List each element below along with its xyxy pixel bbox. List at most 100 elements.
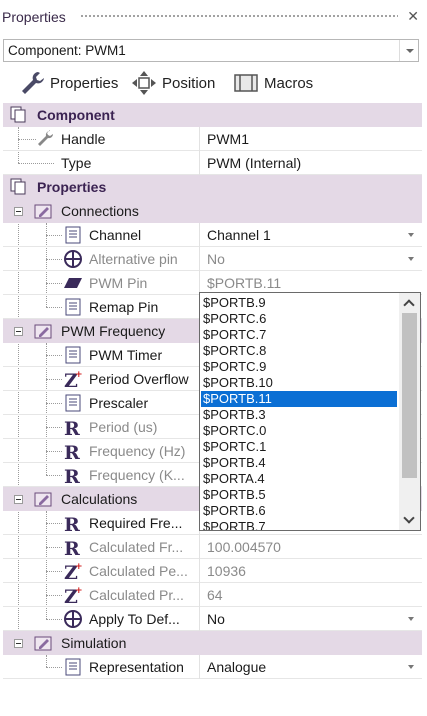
property-name: Frequency (Hz): [89, 443, 186, 459]
tree-line: [46, 547, 62, 548]
property-value-cell[interactable]: No: [199, 607, 422, 631]
category-component[interactable]: Component: [3, 103, 422, 127]
tree-line: [46, 475, 62, 476]
property-value-cell[interactable]: PWM1: [199, 127, 422, 151]
component-select-value: Component: PWM1: [8, 43, 126, 58]
property-row-alternative-pin[interactable]: Alternative pin No: [3, 247, 422, 271]
dropdown-option[interactable]: $PORTB.9: [201, 295, 397, 311]
scrollbar-thumb[interactable]: [402, 313, 417, 478]
collapse-icon[interactable]: [14, 207, 23, 216]
folder-edit-icon: [34, 324, 52, 339]
wrench-icon: [22, 72, 44, 94]
dropdown-option[interactable]: $PORTB.5: [201, 487, 397, 503]
collapse-icon[interactable]: [14, 639, 23, 648]
chevron-down-icon[interactable]: [403, 225, 420, 244]
toolbar: Properties Position Macros: [0, 66, 427, 102]
macros-tab-button[interactable]: Macros: [232, 66, 313, 100]
tree-line: [46, 259, 62, 260]
property-name-cell: R Required Fre...: [3, 511, 199, 535]
tree-line: [46, 619, 62, 620]
dropdown-option[interactable]: $PORTC.7: [201, 327, 397, 343]
properties-category-icon: [10, 178, 26, 195]
remap-pin-dropdown-list[interactable]: $PORTB.7 $PORTB.6 $PORTB.5 $PORTA.4 $PORTB.4…: [199, 292, 421, 531]
folder-edit-icon: [34, 204, 52, 219]
drag-grip[interactable]: [80, 14, 398, 18]
dropdown-option[interactable]: $PORTC.8: [201, 343, 397, 359]
dropdown-option[interactable]: $PORTA.4: [201, 471, 397, 487]
group-connections[interactable]: Connections: [3, 199, 422, 223]
property-row-calculated-prescaler[interactable]: Z + Calculated Pr... 64: [3, 583, 422, 607]
integer-z-icon: Z+: [64, 586, 83, 605]
property-name-cell: PWM Pin: [3, 271, 199, 295]
property-name: Remap Pin: [89, 299, 159, 315]
chevron-down-icon[interactable]: [403, 657, 420, 676]
component-category-icon: [10, 106, 26, 123]
property-value: $PORTB.11: [207, 275, 282, 291]
chevron-down-icon[interactable]: [399, 40, 418, 61]
property-name: Alternative pin: [89, 251, 178, 267]
property-row-calculated-frequency[interactable]: R Calculated Fr... 100.004570: [3, 535, 422, 559]
list-document-icon: [65, 226, 81, 244]
dropdown-option[interactable]: $PORTB.10: [201, 375, 397, 391]
dropdown-option[interactable]: $PORTC.9: [201, 359, 397, 375]
property-row-apply-to-default[interactable]: Apply To Def... No: [3, 607, 422, 631]
chevron-down-icon[interactable]: [403, 609, 420, 628]
component-select[interactable]: Component: PWM1: [3, 39, 419, 62]
property-value-cell: 100.004570: [199, 535, 422, 559]
position-tab-button[interactable]: Position: [130, 66, 215, 100]
group-label: PWM Frequency: [61, 323, 166, 339]
collapse-icon[interactable]: [14, 327, 23, 336]
panel-titlebar: Properties ✕: [0, 0, 427, 34]
parallelogram-pin-icon: [64, 278, 82, 288]
properties-tab-button[interactable]: Properties: [18, 66, 118, 100]
real-r-icon: R: [64, 514, 80, 533]
dropdown-option[interactable]: $PORTC.6: [201, 311, 397, 327]
property-value-cell: PWM (Internal): [199, 151, 422, 175]
property-value-cell: 10936: [199, 559, 422, 583]
svg-text:+: +: [75, 586, 83, 596]
property-value-cell[interactable]: No: [199, 247, 422, 271]
property-value-cell[interactable]: Channel 1: [199, 223, 422, 247]
dropdown-option[interactable]: $PORTB.4: [201, 455, 397, 471]
dropdown-option[interactable]: $PORTC.0: [201, 423, 397, 439]
dropdown-scrollbar[interactable]: [399, 293, 420, 530]
tree-line: [46, 283, 62, 284]
tree-line: [46, 403, 62, 404]
property-name-cell: R Calculated Fr...: [3, 535, 199, 559]
group-simulation[interactable]: Simulation: [3, 631, 422, 655]
collapse-icon[interactable]: [14, 495, 23, 504]
property-name-cell: Representation: [3, 655, 199, 679]
list-document-icon: [65, 346, 81, 364]
real-r-icon: R: [64, 466, 80, 485]
folder-edit-icon: [34, 492, 52, 507]
property-row-representation[interactable]: Representation Analogue: [3, 655, 422, 679]
property-name: Calculated Pr...: [89, 587, 184, 603]
integer-z-icon: Z+: [64, 370, 83, 389]
dropdown-option[interactable]: $PORTB.6: [201, 503, 397, 519]
property-name-cell: Z + Period Overflow: [3, 367, 199, 391]
dropdown-option[interactable]: $PORTB.7: [201, 519, 397, 530]
tree-line: [18, 139, 36, 140]
property-value: No: [207, 251, 225, 267]
property-row-calculated-period[interactable]: Z + Calculated Pe... 10936: [3, 559, 422, 583]
property-value: 100.004570: [207, 539, 281, 555]
scroll-up-icon[interactable]: [399, 293, 420, 313]
tree-line: [46, 595, 62, 596]
close-icon[interactable]: ✕: [407, 8, 419, 25]
category-properties[interactable]: Properties: [3, 175, 422, 199]
dropdown-option[interactable]: $PORTB.3: [201, 407, 397, 423]
tree-line: [46, 355, 62, 356]
property-name-cell: R Frequency (K...: [3, 463, 199, 487]
scroll-down-icon[interactable]: [399, 510, 420, 530]
property-row-channel[interactable]: Channel Channel 1: [3, 223, 422, 247]
dropdown-option[interactable]: $PORTC.1: [201, 439, 397, 455]
dropdown-option[interactable]: $PORTB.11: [201, 391, 397, 407]
property-name-cell: R Frequency (Hz): [3, 439, 199, 463]
list-document-icon: [65, 394, 81, 412]
property-name-cell: Channel: [3, 223, 199, 247]
property-row-type[interactable]: Type PWM (Internal): [3, 151, 422, 175]
chevron-down-icon[interactable]: [403, 249, 420, 268]
property-name-cell: Prescaler: [3, 391, 199, 415]
property-row-handle[interactable]: Handle PWM1: [3, 127, 422, 151]
property-value-cell[interactable]: Analogue: [199, 655, 422, 679]
